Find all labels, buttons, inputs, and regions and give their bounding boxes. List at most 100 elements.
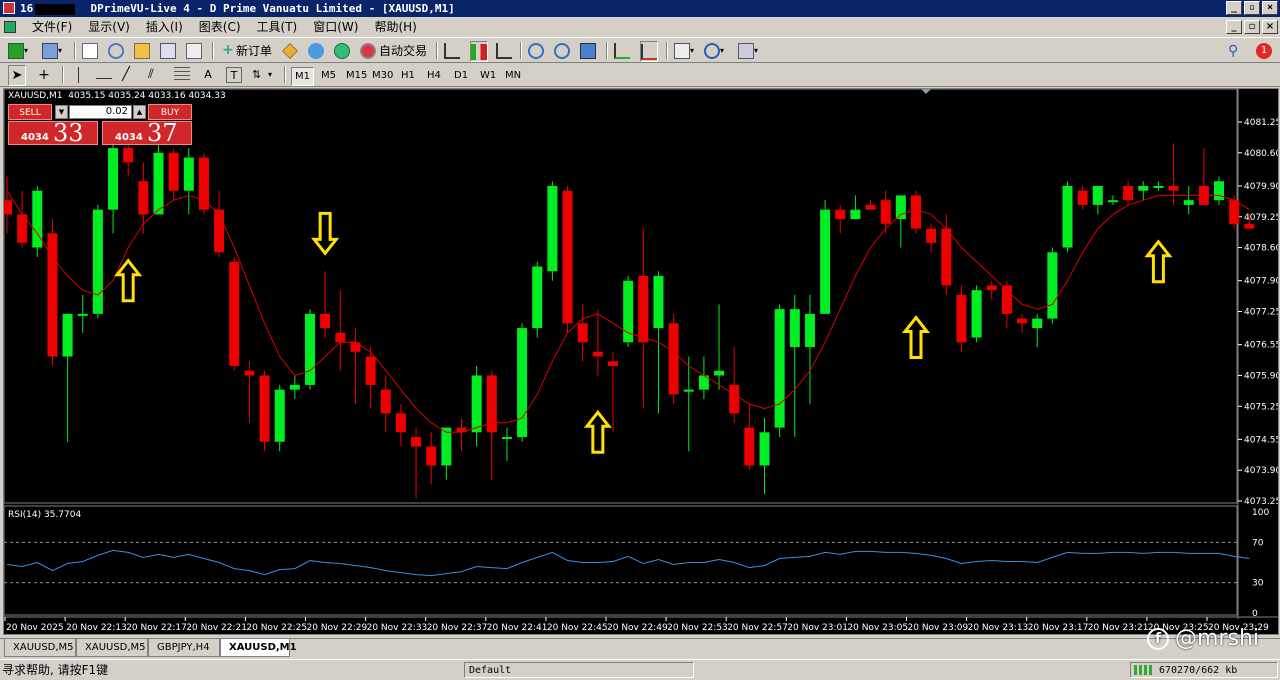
crosshair-tool[interactable]: + bbox=[36, 65, 52, 84]
sell-price-pips: 33 bbox=[53, 119, 84, 147]
chart-shift-button[interactable] bbox=[640, 41, 658, 62]
timeframe-m30[interactable]: M30 bbox=[369, 67, 396, 84]
notifications-button[interactable]: 1 bbox=[1256, 41, 1272, 60]
data-window-button[interactable] bbox=[108, 41, 124, 60]
autoscroll-button[interactable] bbox=[614, 41, 630, 60]
price-tick-label: 4077.90 bbox=[1244, 277, 1278, 287]
metaeditor-button[interactable] bbox=[282, 41, 298, 60]
watermark-text: @mrshi bbox=[1175, 626, 1259, 651]
time-tick-label: 20 Nov 22:29 bbox=[307, 623, 368, 633]
profiles-button[interactable]: ▾ bbox=[42, 41, 62, 60]
trendline-icon: ╱ bbox=[122, 66, 130, 82]
rsi-plot-frame bbox=[4, 505, 1238, 616]
symbol-ohlc-label: XAUUSD,M1 4035.15 4035.24 4033.16 4034.3… bbox=[8, 91, 226, 101]
drawing-toolbar: ➤ + ╱ ⫽ A T ⇅ ▾ M1 M5 M15 M30 H1 H4 D1 W1… bbox=[0, 63, 1280, 87]
timeframe-h1[interactable]: H1 bbox=[398, 67, 418, 84]
mdi-restore-button[interactable]: ▫ bbox=[1244, 20, 1260, 34]
menu-tools[interactable]: 工具(T) bbox=[249, 17, 306, 37]
navigator-button[interactable] bbox=[134, 41, 150, 60]
new-chart-button[interactable]: ▾ bbox=[8, 41, 28, 60]
timeframe-w1[interactable]: W1 bbox=[477, 67, 499, 84]
tab-xauusd-m5[interactable]: XAUUSD,M5 bbox=[4, 639, 76, 657]
text-tool[interactable]: A bbox=[200, 65, 216, 84]
templates-icon bbox=[738, 42, 754, 59]
lot-increase-button[interactable]: ▲ bbox=[133, 105, 146, 119]
strategy-tester-button[interactable] bbox=[186, 41, 202, 60]
autotrading-icon bbox=[360, 42, 376, 59]
horizontal-line-tool[interactable] bbox=[96, 65, 112, 84]
candle-bull bbox=[274, 389, 285, 442]
market-button[interactable] bbox=[334, 41, 350, 60]
tile-windows-button[interactable] bbox=[580, 41, 596, 60]
time-tick-label: 20 Nov 23:21 bbox=[1088, 623, 1149, 633]
menu-charts[interactable]: 图表(C) bbox=[191, 17, 249, 37]
channel-tool[interactable]: ⫽ bbox=[148, 65, 164, 84]
chart-window[interactable]: 4081.25 4080.60 4079.90 4079.25 4078.60 4077.… bbox=[3, 88, 1279, 635]
line-chart-button[interactable] bbox=[496, 41, 512, 60]
candle-bear bbox=[1168, 185, 1179, 191]
periods-button[interactable]: ▾ bbox=[704, 41, 724, 60]
trendline-tool[interactable]: ╱ bbox=[122, 65, 138, 84]
terminal-button[interactable] bbox=[160, 41, 176, 60]
tab-xauusd-m5-2[interactable]: XAUUSD,M5 bbox=[76, 639, 148, 657]
close-button[interactable]: × bbox=[1262, 1, 1278, 15]
candle-bull bbox=[305, 313, 315, 385]
buy-button[interactable]: BUY bbox=[148, 104, 192, 120]
indicators-button[interactable]: ▾ bbox=[674, 41, 694, 60]
timeframe-m15[interactable]: M15 bbox=[343, 67, 370, 84]
menu-view[interactable]: 显示(V) bbox=[80, 17, 138, 37]
signals-icon bbox=[308, 42, 324, 59]
new-order-button[interactable]: + 新订单 bbox=[220, 41, 272, 60]
minimize-button[interactable]: _ bbox=[1226, 1, 1242, 15]
timeframe-m1[interactable]: M1 bbox=[291, 67, 314, 86]
candle-bull bbox=[683, 389, 694, 392]
timeframe-m5[interactable]: M5 bbox=[318, 67, 339, 84]
arrows-tool[interactable]: ⇅ ▾ bbox=[252, 65, 272, 84]
timeframe-h4[interactable]: H4 bbox=[424, 67, 444, 84]
signals-button[interactable] bbox=[308, 41, 324, 60]
navigator-icon bbox=[134, 42, 150, 59]
candle-bear bbox=[123, 148, 134, 163]
menu-bar: 文件(F) 显示(V) 插入(I) 图表(C) 工具(T) 窗口(W) 帮助(H… bbox=[0, 17, 1280, 37]
zoom-out-button[interactable] bbox=[554, 41, 570, 60]
autotrading-button[interactable]: 自动交易 bbox=[360, 41, 427, 60]
rsi-label: RSI(14) 35.7704 bbox=[8, 510, 82, 520]
mdi-close-button[interactable]: × bbox=[1262, 20, 1278, 34]
mdi-minimize-button[interactable]: _ bbox=[1226, 20, 1242, 34]
bar-chart-button[interactable] bbox=[444, 41, 460, 60]
menu-file[interactable]: 文件(F) bbox=[24, 17, 80, 37]
candle-bull bbox=[714, 370, 725, 376]
tab-xauusd-m1[interactable]: XAUUSD,M1 bbox=[220, 639, 297, 657]
autoscroll-icon bbox=[614, 42, 630, 59]
market-icon bbox=[334, 42, 350, 59]
menu-insert[interactable]: 插入(I) bbox=[138, 17, 191, 37]
text-label-tool[interactable]: T bbox=[226, 65, 242, 84]
search-button[interactable]: ⚲ bbox=[1228, 41, 1244, 60]
menu-window[interactable]: 窗口(W) bbox=[305, 17, 366, 37]
vertical-line-tool[interactable] bbox=[70, 65, 86, 84]
fibonacci-tool[interactable] bbox=[174, 65, 190, 84]
candle-bull bbox=[441, 427, 452, 466]
market-watch-button[interactable] bbox=[82, 41, 98, 60]
sell-button[interactable]: SELL bbox=[8, 104, 52, 120]
buy-price[interactable]: 4034 37 bbox=[102, 119, 192, 147]
tab-gbpjpy-h4[interactable]: GBPJPY,H4 bbox=[148, 639, 220, 657]
templates-button[interactable]: ▾ bbox=[738, 41, 758, 60]
cursor-tool[interactable]: ➤ bbox=[8, 65, 26, 86]
price-chart[interactable]: 4081.254080.604079.904079.254078.604077.… bbox=[4, 89, 1278, 634]
candlestick-chart-button[interactable] bbox=[470, 41, 488, 62]
zoom-in-button[interactable] bbox=[528, 41, 544, 60]
menu-help[interactable]: 帮助(H) bbox=[366, 17, 424, 37]
timeframe-mn[interactable]: MN bbox=[502, 67, 524, 84]
timeframe-d1[interactable]: D1 bbox=[451, 67, 471, 84]
price-tick-label: 4074.55 bbox=[1244, 435, 1278, 445]
candle-bear bbox=[214, 209, 225, 253]
candle-bear bbox=[259, 375, 270, 442]
time-tick-label: 20 Nov 22:53 bbox=[667, 623, 728, 633]
lot-size-input[interactable]: 0.02 bbox=[69, 105, 132, 119]
lot-decrease-button[interactable]: ▼ bbox=[55, 105, 68, 119]
rsi-tick-label: 70 bbox=[1252, 538, 1264, 548]
restore-button[interactable]: ▫ bbox=[1244, 1, 1260, 15]
time-tick-label: 20 Nov 22:21 bbox=[186, 623, 247, 633]
sell-price[interactable]: 4034 33 bbox=[8, 119, 98, 147]
